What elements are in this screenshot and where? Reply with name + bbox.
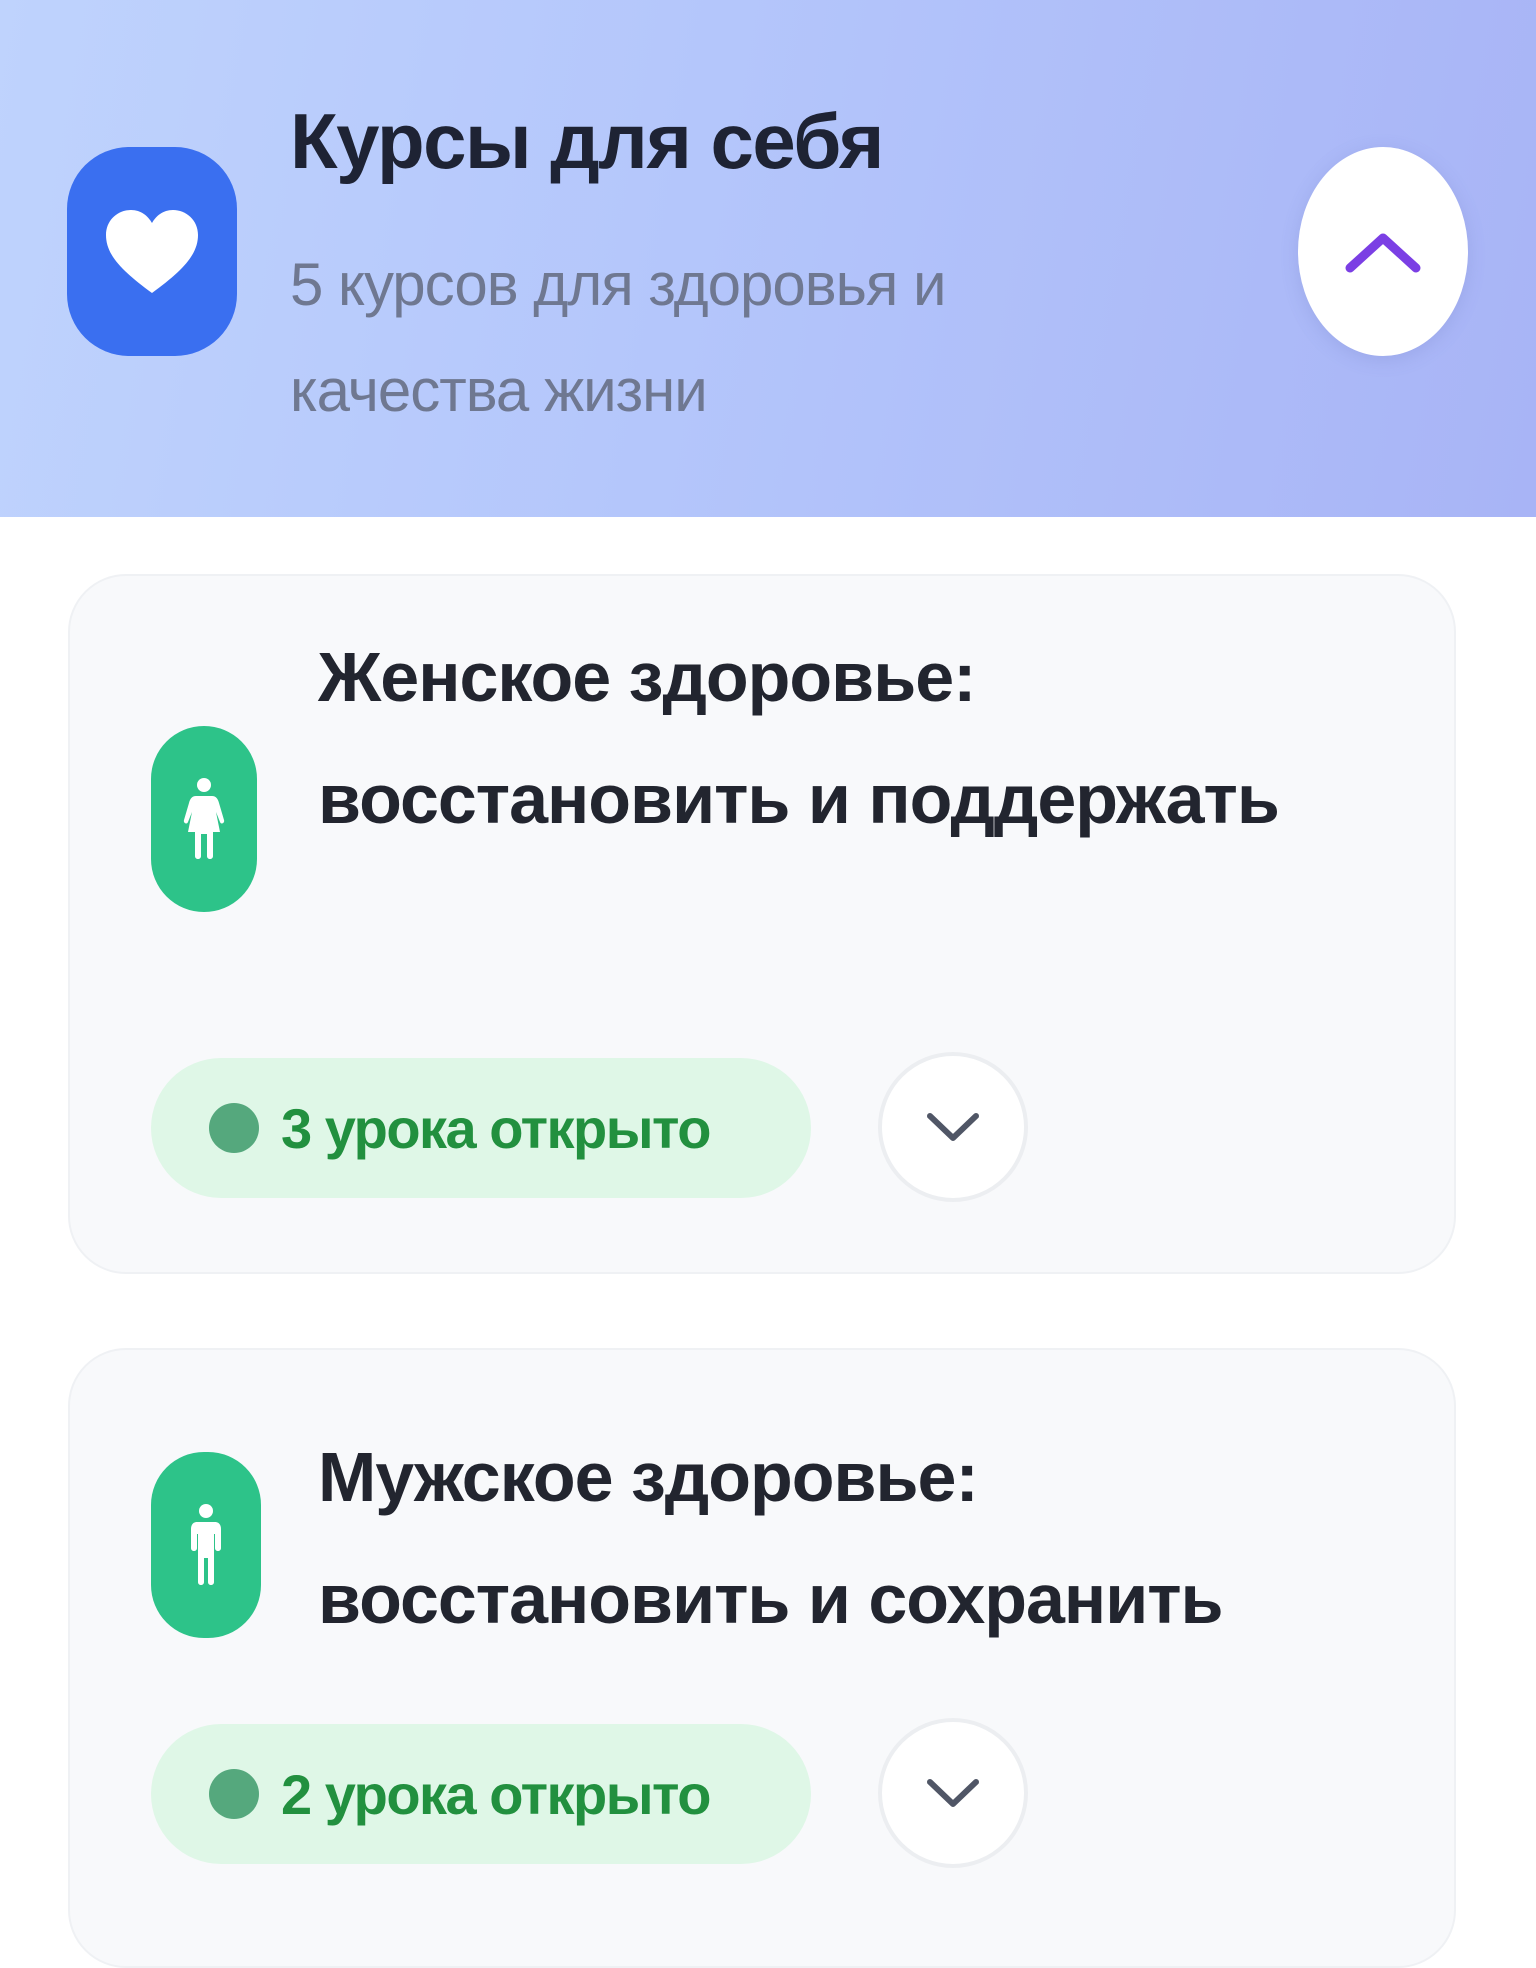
lessons-open-label: 2 урока открыто (281, 1762, 711, 1826)
female-figure-icon (151, 726, 257, 912)
heart-icon (67, 147, 237, 356)
section-header[interactable]: Курсы для себя 5 курсов для здоровья и к… (0, 0, 1536, 517)
course-card-womens-health[interactable]: Женское здоровье: восстановить и поддерж… (68, 574, 1456, 1274)
lessons-open-badge: 2 урока открыто (151, 1724, 811, 1864)
status-dot (209, 1103, 259, 1153)
male-figure-icon (151, 1452, 261, 1638)
status-dot (209, 1769, 259, 1819)
course-title: Мужское здоровье: восстановить и сохрани… (318, 1438, 1224, 1638)
section-title: Курсы для себя (290, 97, 884, 185)
section-subtitle: 5 курсов для здоровья и качества жизни (290, 251, 947, 424)
course-card-mens-health[interactable]: Мужское здоровье: восстановить и сохрани… (68, 1348, 1456, 1968)
course-title: Женское здоровье: восстановить и поддерж… (318, 638, 1280, 838)
collapse-button[interactable] (1298, 147, 1468, 356)
lessons-open-badge: 3 урока открыто (151, 1058, 811, 1198)
chevron-up-icon (1345, 233, 1421, 272)
chevron-down-icon (927, 1113, 979, 1141)
expand-button[interactable] (878, 1052, 1028, 1202)
chevron-down-icon (927, 1779, 979, 1807)
expand-button[interactable] (878, 1718, 1028, 1868)
lessons-open-label: 3 урока открыто (281, 1096, 711, 1160)
